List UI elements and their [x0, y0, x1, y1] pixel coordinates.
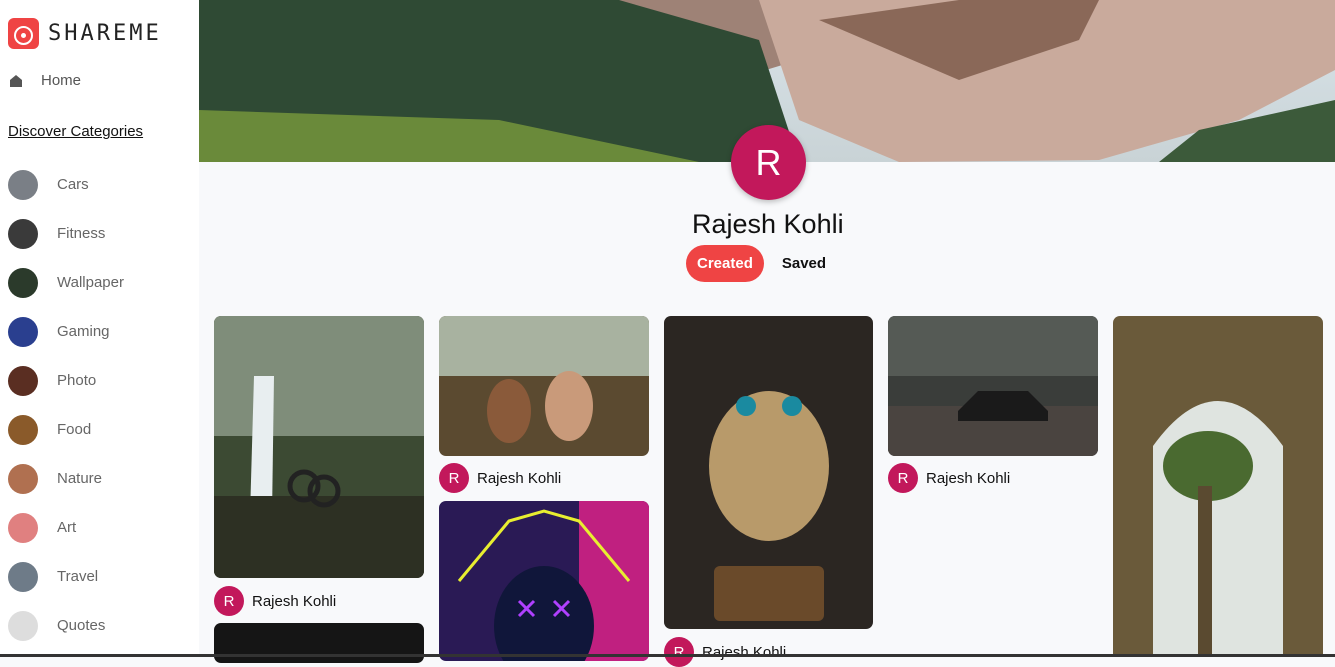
author-name: Rajesh Kohli	[252, 592, 337, 610]
sidebar-item-gaming[interactable]: Gaming	[8, 307, 124, 356]
sidebar-item-travel[interactable]: Travel	[8, 552, 124, 601]
sidebar-item-label: Art	[57, 519, 77, 536]
pin-author[interactable]: R Rajesh Kohli	[214, 586, 336, 616]
sidebar-item-nature[interactable]: Nature	[8, 454, 124, 503]
category-avatar	[8, 414, 38, 445]
profile-avatar[interactable]: R	[731, 125, 806, 200]
sidebar-item-art[interactable]: Art	[8, 503, 124, 552]
logo[interactable]: SHAREME	[8, 18, 162, 49]
sidebar-item-label: Nature	[57, 470, 103, 487]
categories-heading: Discover Categories	[8, 123, 144, 140]
category-avatar	[8, 267, 38, 298]
sidebar-item-food[interactable]: Food	[8, 405, 124, 454]
pin-image-waterfall[interactable]	[214, 316, 424, 578]
camera-logo-icon	[8, 18, 39, 49]
pin-image-couple[interactable]	[439, 316, 649, 456]
sidebar-item-home[interactable]: Home	[9, 72, 81, 89]
sidebar-item-label: Travel	[57, 568, 99, 585]
author-name: Rajesh Kohli	[702, 643, 787, 661]
category-avatar	[8, 218, 38, 249]
tab-saved[interactable]: Saved	[782, 255, 826, 272]
pin-image-arch[interactable]	[1113, 316, 1323, 657]
category-avatar	[8, 316, 38, 347]
category-avatar	[8, 365, 38, 396]
category-avatar	[8, 463, 38, 494]
author-avatar: R	[888, 463, 918, 493]
sidebar-item-fitness[interactable]: Fitness	[8, 209, 124, 258]
sidebar-item-label: Photo	[57, 372, 97, 389]
author-avatar: R	[214, 586, 244, 616]
category-list: Cars Fitness Wallpaper Gaming Photo Food Natur…	[8, 160, 124, 650]
sidebar-item-label: Gaming	[57, 323, 110, 340]
pin-image-creature[interactable]	[664, 316, 873, 629]
brand-name: SHAREME	[48, 21, 162, 46]
profile-name: Rajesh Kohli	[692, 209, 844, 239]
category-avatar	[8, 512, 38, 543]
pin-image-dark[interactable]	[214, 623, 424, 663]
sidebar-item-quotes[interactable]: Quotes	[8, 601, 124, 650]
pin-image-car[interactable]	[888, 316, 1098, 456]
author-avatar: R	[439, 463, 469, 493]
pin-image-neon-mask[interactable]	[439, 501, 649, 661]
author-name: Rajesh Kohli	[926, 469, 1011, 487]
sidebar-item-label: Cars	[57, 176, 89, 193]
author-name: Rajesh Kohli	[477, 469, 562, 487]
category-avatar	[8, 610, 38, 641]
sidebar-item-label: Fitness	[57, 225, 106, 242]
profile-tabs: Created Saved	[686, 245, 826, 282]
pin-author[interactable]: R Rajesh Kohli	[664, 637, 786, 667]
category-avatar	[8, 561, 38, 592]
home-icon	[9, 74, 23, 88]
sidebar-item-label: Food	[57, 421, 92, 438]
sidebar-item-wallpaper[interactable]: Wallpaper	[8, 258, 124, 307]
sidebar-item-label: Wallpaper	[57, 274, 124, 291]
pin-author[interactable]: R Rajesh Kohli	[888, 463, 1010, 493]
category-avatar	[8, 169, 38, 200]
sidebar-item-label: Home	[41, 72, 82, 89]
tab-created[interactable]: Created	[686, 245, 764, 282]
sidebar-item-cars[interactable]: Cars	[8, 160, 124, 209]
pin-author[interactable]: R Rajesh Kohli	[439, 463, 561, 493]
sidebar: SHAREME Home Discover Categories Cars Fit…	[0, 0, 199, 657]
author-avatar: R	[664, 637, 694, 667]
sidebar-item-photo[interactable]: Photo	[8, 356, 124, 405]
sidebar-item-label: Quotes	[57, 617, 106, 634]
